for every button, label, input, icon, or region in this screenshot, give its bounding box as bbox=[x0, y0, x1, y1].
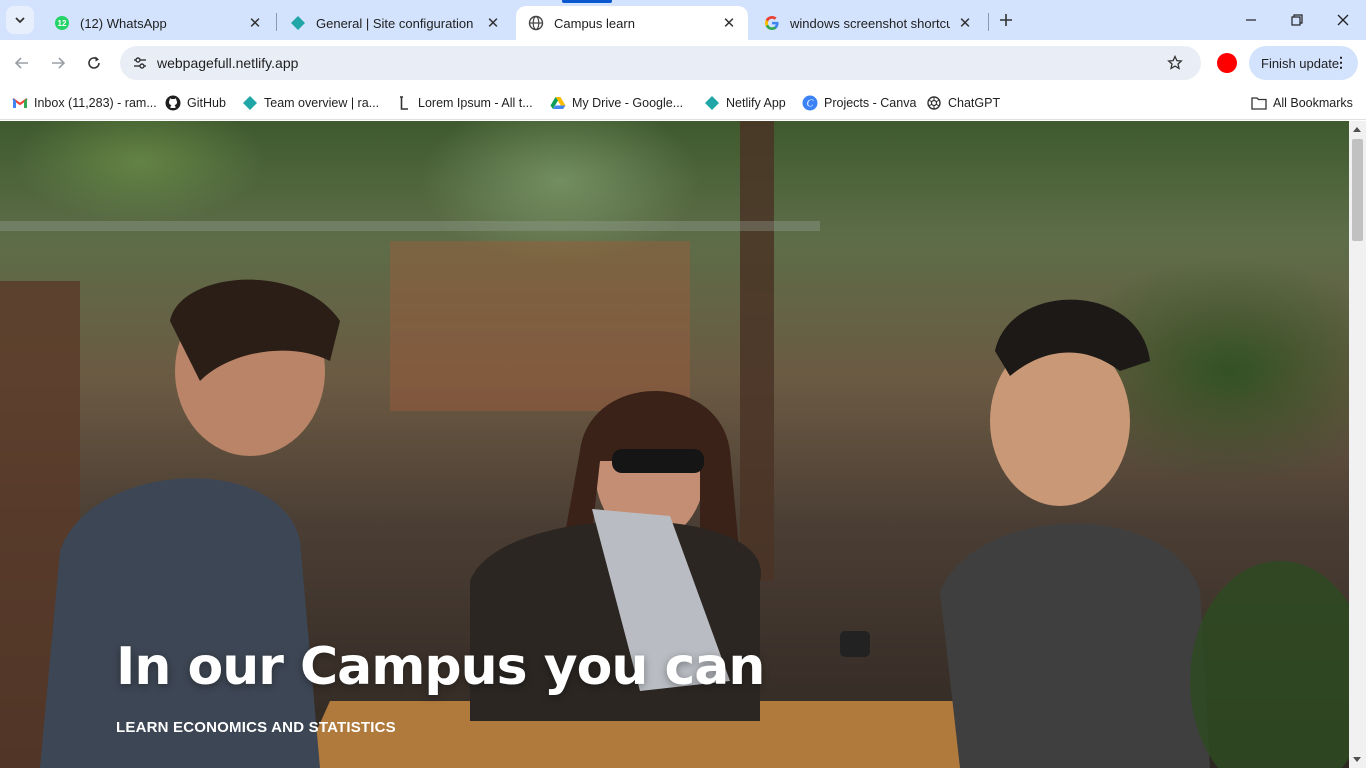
minimize-button[interactable] bbox=[1228, 0, 1274, 40]
netlify-icon bbox=[242, 95, 258, 111]
tab-strip: 12 (12) WhatsApp ✕ General | Site config… bbox=[0, 0, 1366, 40]
close-icon[interactable]: ✕ bbox=[720, 14, 738, 32]
netlify-icon bbox=[290, 15, 306, 31]
bookmark-label: Inbox (11,283) - ram... bbox=[34, 96, 157, 110]
bookmark-label: Projects - Canva bbox=[824, 96, 917, 110]
browser-window: 12 (12) WhatsApp ✕ General | Site config… bbox=[0, 0, 1366, 768]
finish-update-label: Finish update bbox=[1261, 55, 1340, 71]
tab-title: windows screenshot shortcut - bbox=[790, 15, 950, 31]
bookmark-item[interactable]: Inbox (11,283) - ram... bbox=[12, 92, 157, 114]
bookmarks-bar: Inbox (11,283) - ram... GitHub Team over… bbox=[0, 86, 1366, 120]
tab-drag-indicator bbox=[562, 0, 612, 3]
bookmark-item[interactable]: Netlify App bbox=[704, 92, 786, 114]
reload-icon bbox=[88, 56, 100, 69]
vertical-scrollbar[interactable] bbox=[1349, 121, 1366, 768]
close-icon bbox=[1337, 14, 1349, 26]
close-icon[interactable]: ✕ bbox=[246, 14, 264, 32]
netlify-icon bbox=[704, 95, 720, 111]
arrow-left-icon bbox=[14, 57, 28, 69]
svg-text:C: C bbox=[807, 99, 814, 110]
bookmark-item[interactable]: GitHub bbox=[165, 92, 226, 114]
finish-update-button[interactable]: Finish update ⋮ bbox=[1249, 46, 1358, 80]
bookmark-item[interactable]: ChatGPT bbox=[926, 92, 1000, 114]
tune-icon bbox=[134, 57, 146, 69]
arrow-right-icon bbox=[52, 57, 66, 69]
scrollbar-thumb[interactable] bbox=[1352, 139, 1363, 241]
scroll-up-icon[interactable] bbox=[1353, 127, 1361, 132]
more-vert-icon: ⋮ bbox=[1334, 54, 1348, 70]
profile-avatar[interactable] bbox=[1217, 53, 1237, 73]
hero-title: In our Campus you can bbox=[116, 637, 765, 697]
google-icon bbox=[764, 15, 780, 31]
chevron-down-icon bbox=[15, 17, 25, 24]
bookmark-label: Lorem Ipsum - All t... bbox=[418, 96, 533, 110]
site-info-button[interactable] bbox=[128, 51, 152, 75]
bookmark-label: ChatGPT bbox=[948, 96, 1001, 110]
restore-button[interactable] bbox=[1274, 0, 1320, 40]
hero-text: In our Campus you can LEARN ECONOMICS AN… bbox=[116, 637, 765, 736]
tab-title: Campus learn bbox=[554, 15, 635, 31]
gmail-icon bbox=[12, 95, 28, 111]
whatsapp-badge: 12 bbox=[58, 19, 67, 28]
tab-whatsapp[interactable]: 12 (12) WhatsApp ✕ bbox=[42, 6, 274, 40]
close-icon[interactable]: ✕ bbox=[956, 14, 974, 32]
tab-title: (12) WhatsApp bbox=[80, 15, 167, 31]
web-page: In our Campus you can LEARN ECONOMICS AN… bbox=[0, 121, 1349, 768]
bookmark-label: My Drive - Google... bbox=[572, 96, 684, 110]
new-tab-button[interactable] bbox=[994, 8, 1018, 32]
browser-toolbar: webpagefull.netlify.app Finish update ⋮ bbox=[0, 40, 1366, 86]
address-bar[interactable]: webpagefull.netlify.app bbox=[120, 46, 1201, 80]
github-icon bbox=[165, 95, 181, 111]
all-bookmarks-button[interactable]: All Bookmarks bbox=[1251, 92, 1353, 114]
bookmark-label: Team overview | ra... bbox=[264, 96, 380, 110]
bookmark-label: GitHub bbox=[187, 96, 226, 110]
tab-search-button[interactable] bbox=[6, 6, 34, 34]
reload-button[interactable] bbox=[80, 49, 108, 77]
close-icon[interactable]: ✕ bbox=[484, 14, 502, 32]
all-bookmarks-label: All Bookmarks bbox=[1273, 96, 1353, 110]
plus-icon bbox=[1000, 14, 1012, 26]
folder-icon bbox=[1251, 95, 1267, 111]
hero-subtitle: LEARN ECONOMICS AND STATISTICS bbox=[116, 719, 396, 736]
canva-icon: C bbox=[802, 95, 818, 111]
whatsapp-icon: 12 bbox=[54, 15, 70, 31]
restore-icon bbox=[1291, 14, 1303, 26]
google-drive-icon bbox=[550, 95, 566, 111]
bookmark-star-button[interactable] bbox=[1163, 51, 1187, 75]
bookmark-label: Netlify App bbox=[726, 96, 786, 110]
scroll-down-icon[interactable] bbox=[1353, 757, 1361, 762]
chatgpt-icon bbox=[926, 95, 942, 111]
bookmark-item[interactable]: C Projects - Canva bbox=[802, 92, 916, 114]
tab-campus-learn[interactable]: Campus learn ✕ bbox=[516, 6, 748, 40]
tab-divider bbox=[988, 13, 989, 31]
tab-site-configuration[interactable]: General | Site configuration | we ✕ bbox=[278, 6, 512, 40]
bookmark-item[interactable]: My Drive - Google... bbox=[550, 92, 683, 114]
url-text: webpagefull.netlify.app bbox=[157, 55, 299, 71]
lorem-icon bbox=[396, 95, 412, 111]
bookmark-item[interactable]: Lorem Ipsum - All t... bbox=[396, 92, 533, 114]
star-icon bbox=[1167, 55, 1183, 70]
close-window-button[interactable] bbox=[1320, 0, 1366, 40]
bookmark-item[interactable]: Team overview | ra... bbox=[242, 92, 379, 114]
tab-divider bbox=[276, 13, 277, 31]
forward-button[interactable] bbox=[44, 49, 72, 77]
back-button[interactable] bbox=[8, 49, 36, 77]
globe-icon bbox=[528, 15, 544, 31]
tab-title: General | Site configuration | we bbox=[316, 15, 478, 31]
tab-windows-screenshot[interactable]: windows screenshot shortcut - ✕ bbox=[752, 6, 984, 40]
minimize-icon bbox=[1246, 19, 1256, 21]
